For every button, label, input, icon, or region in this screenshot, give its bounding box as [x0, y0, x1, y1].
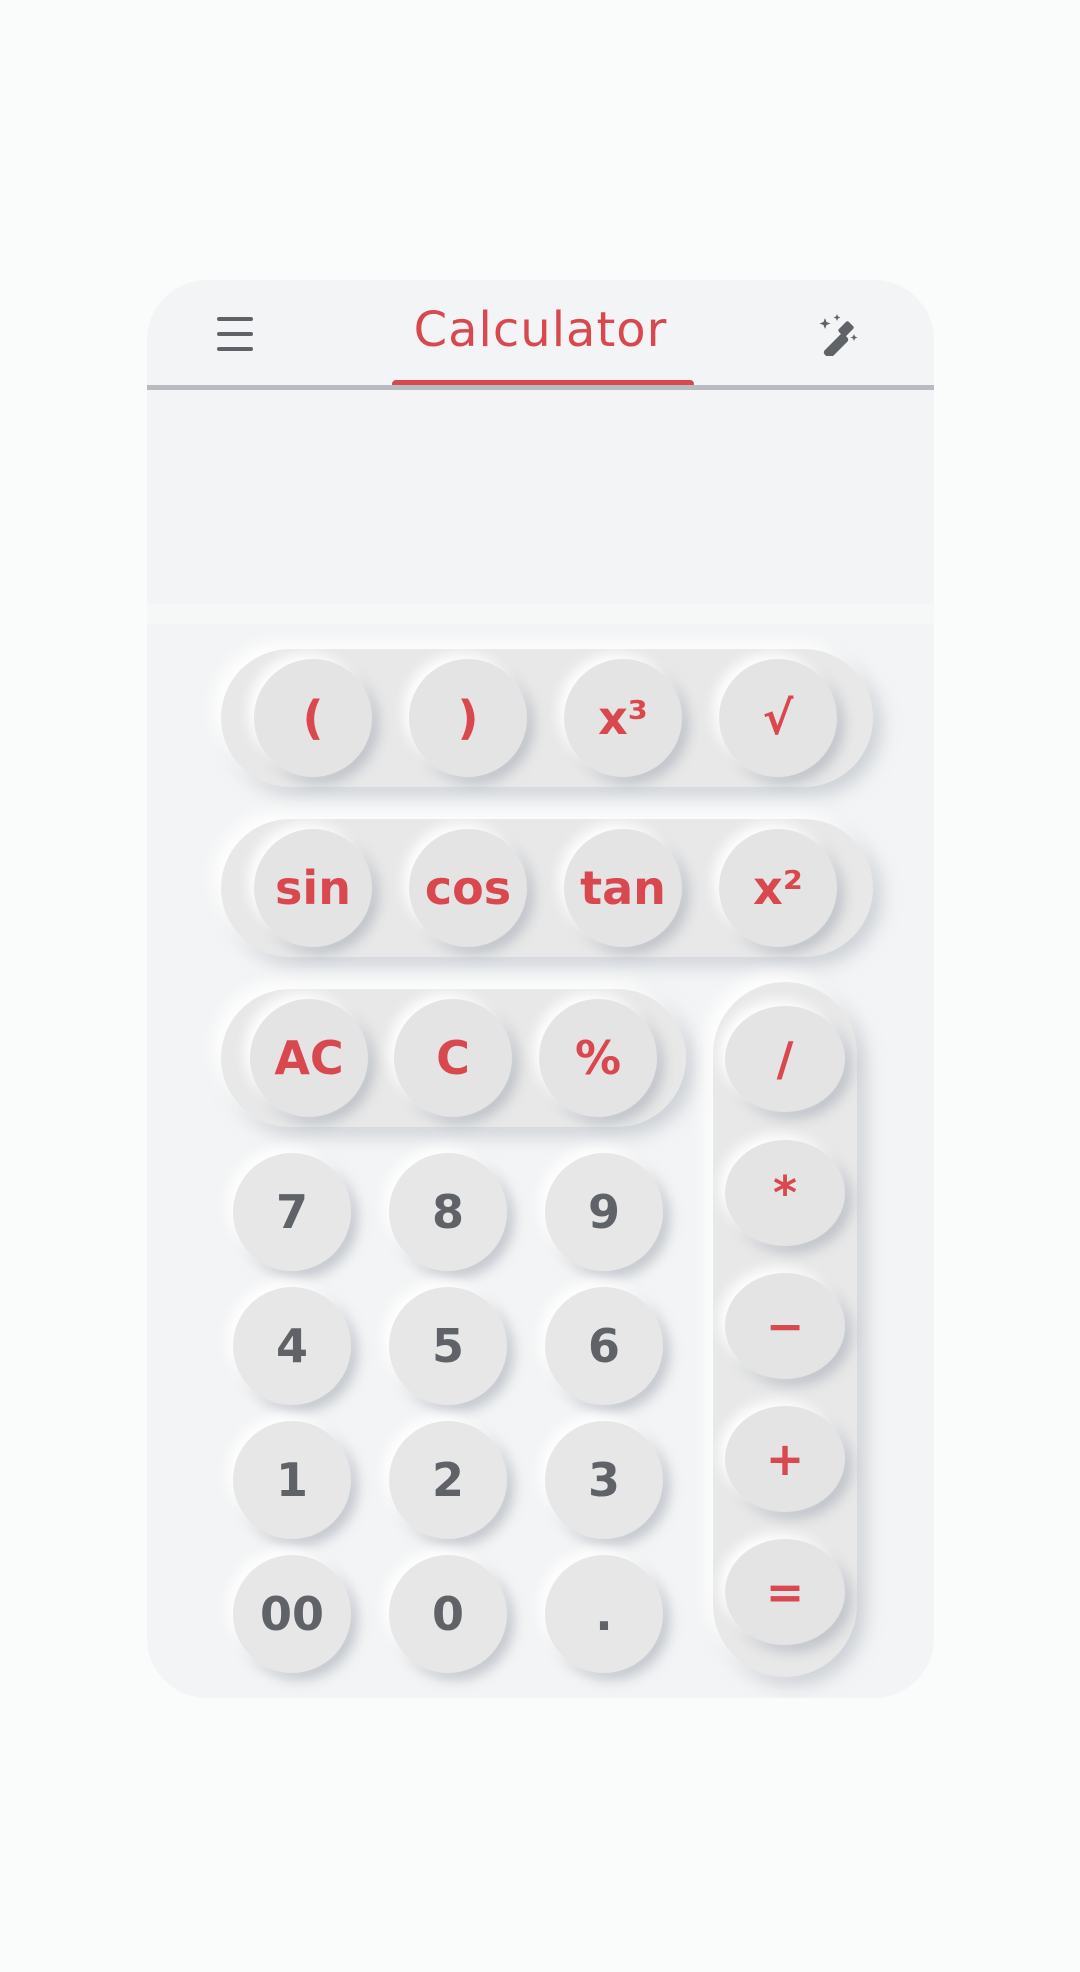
key-equals[interactable]: = — [725, 1539, 845, 1645]
display-divider — [147, 604, 934, 624]
key-square[interactable]: x² — [719, 829, 837, 947]
key-close-paren[interactable]: ) — [409, 659, 527, 777]
key-clear[interactable]: C — [394, 999, 512, 1117]
key-4[interactable]: 4 — [233, 1287, 351, 1405]
key-decimal[interactable]: . — [545, 1555, 663, 1673]
key-tan[interactable]: tan — [564, 829, 682, 947]
key-percent[interactable]: % — [539, 999, 657, 1117]
display-area — [147, 390, 934, 605]
key-7[interactable]: 7 — [233, 1153, 351, 1271]
key-sqrt[interactable]: √ — [719, 659, 837, 777]
hamburger-menu-icon[interactable] — [217, 317, 253, 351]
key-cos[interactable]: cos — [409, 829, 527, 947]
key-9[interactable]: 9 — [545, 1153, 663, 1271]
calculator-page: Calculator ( ) x³ √ sin cos tan x² AC C … — [0, 0, 1080, 1972]
calculator-card: Calculator ( ) x³ √ sin cos tan x² AC C … — [147, 280, 934, 1698]
key-open-paren[interactable]: ( — [254, 659, 372, 777]
key-8[interactable]: 8 — [389, 1153, 507, 1271]
key-cube[interactable]: x³ — [564, 659, 682, 777]
page-title: Calculator — [413, 302, 668, 358]
key-divide[interactable]: / — [725, 1006, 845, 1112]
key-sin[interactable]: sin — [254, 829, 372, 947]
key-3[interactable]: 3 — [545, 1421, 663, 1539]
key-multiply[interactable]: * — [725, 1140, 845, 1246]
key-subtract[interactable]: − — [725, 1273, 845, 1379]
key-6[interactable]: 6 — [545, 1287, 663, 1405]
key-double-zero[interactable]: 00 — [233, 1555, 351, 1673]
key-add[interactable]: + — [725, 1406, 845, 1512]
magic-wand-icon[interactable] — [817, 312, 861, 359]
app-header: Calculator — [147, 280, 934, 392]
key-0[interactable]: 0 — [389, 1555, 507, 1673]
key-5[interactable]: 5 — [389, 1287, 507, 1405]
key-all-clear[interactable]: AC — [250, 999, 368, 1117]
key-1[interactable]: 1 — [233, 1421, 351, 1539]
key-2[interactable]: 2 — [389, 1421, 507, 1539]
